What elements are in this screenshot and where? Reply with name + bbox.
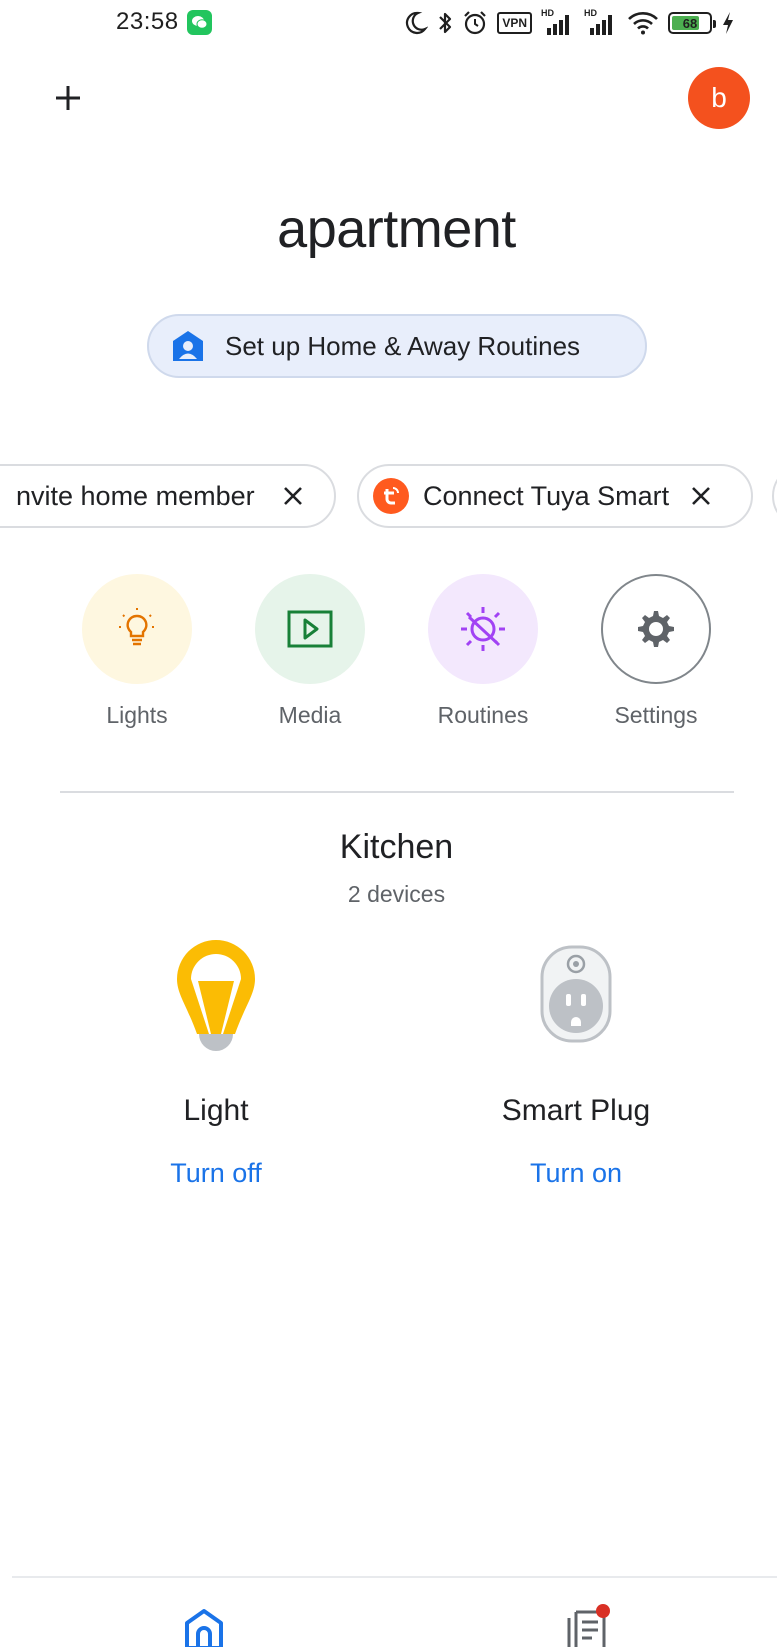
close-icon[interactable] xyxy=(275,478,311,514)
wechat-icon xyxy=(187,10,212,35)
home-icon xyxy=(185,1609,223,1647)
nav-home-tab[interactable] xyxy=(184,1608,224,1647)
room-title: Kitchen xyxy=(339,828,454,866)
signal-icon: HD xyxy=(541,8,575,36)
wifi-icon xyxy=(627,11,659,35)
alarm-icon xyxy=(462,10,488,36)
status-bar: 23:58 VPN HD HD 68 xyxy=(0,0,777,46)
home-away-routines-chip[interactable]: Set up Home & Away Routines xyxy=(147,314,647,378)
fav-label: Lights xyxy=(106,702,168,728)
chip-label: Connect Tuya Smart xyxy=(423,480,670,511)
section-divider xyxy=(60,791,734,793)
status-time: 23:58 xyxy=(116,8,179,35)
plug-icon xyxy=(516,930,636,1058)
vpn-icon: VPN xyxy=(497,12,532,34)
fav-label: Routines xyxy=(437,702,529,728)
close-icon[interactable] xyxy=(683,478,719,514)
next-chip[interactable] xyxy=(772,464,777,528)
fav-label: Media xyxy=(278,702,342,728)
room-device-count: 2 devices xyxy=(347,881,446,907)
lightbulb-icon xyxy=(119,608,155,646)
fav-label: Settings xyxy=(614,702,698,728)
device-name: Smart Plug xyxy=(501,1094,651,1127)
signal-icon: HD xyxy=(584,8,618,36)
media-button[interactable] xyxy=(255,574,365,684)
favorite-settings[interactable]: Settings xyxy=(586,574,726,729)
device-name: Light xyxy=(183,1094,249,1127)
routines-icon xyxy=(461,607,505,651)
routine-chip-label: Set up Home & Away Routines xyxy=(225,330,581,361)
connect-tuya-chip[interactable]: Connect Tuya Smart xyxy=(357,464,753,528)
lights-button[interactable] xyxy=(82,574,192,684)
chip-label: nvite home member xyxy=(16,480,255,511)
avatar[interactable]: b xyxy=(688,67,750,129)
favorite-routines[interactable]: Routines xyxy=(413,574,553,729)
battery-cap xyxy=(713,20,716,28)
device-smart-plug[interactable]: Smart Plug Turn on xyxy=(436,930,716,1189)
invite-member-chip[interactable]: nvite home member xyxy=(0,464,336,528)
charging-icon xyxy=(721,10,735,36)
settings-button[interactable] xyxy=(601,574,711,684)
moon-icon xyxy=(404,10,429,36)
favorite-media[interactable]: Media xyxy=(240,574,380,729)
page-title: apartment xyxy=(277,199,516,259)
google-home-screen: 23:58 VPN HD HD 68 b apartment Set up Ho… xyxy=(0,0,777,1647)
notification-badge xyxy=(596,1604,610,1618)
suggestion-chips: nvite home member Connect Tuya Smart xyxy=(0,464,777,528)
routines-button[interactable] xyxy=(428,574,538,684)
tuya-logo-icon xyxy=(373,478,409,514)
turn-on-button[interactable]: Turn on xyxy=(530,1158,622,1189)
status-icons: VPN HD HD 68 xyxy=(404,8,735,38)
bluetooth-icon xyxy=(437,10,453,36)
add-button[interactable] xyxy=(44,74,92,122)
turn-off-button[interactable]: Turn off xyxy=(170,1158,262,1189)
battery-icon: 68 xyxy=(668,12,716,34)
play-icon xyxy=(287,610,333,648)
gear-icon xyxy=(638,611,674,647)
favorite-lights[interactable]: Lights xyxy=(67,574,207,729)
plus-icon xyxy=(56,86,80,110)
bottom-nav-divider xyxy=(12,1576,777,1578)
battery-level: 68 xyxy=(682,15,698,31)
bulb-icon xyxy=(156,930,276,1058)
home-person-icon xyxy=(173,331,203,361)
nav-feed-tab[interactable] xyxy=(566,1604,612,1647)
device-light[interactable]: Light Turn off xyxy=(76,930,356,1189)
